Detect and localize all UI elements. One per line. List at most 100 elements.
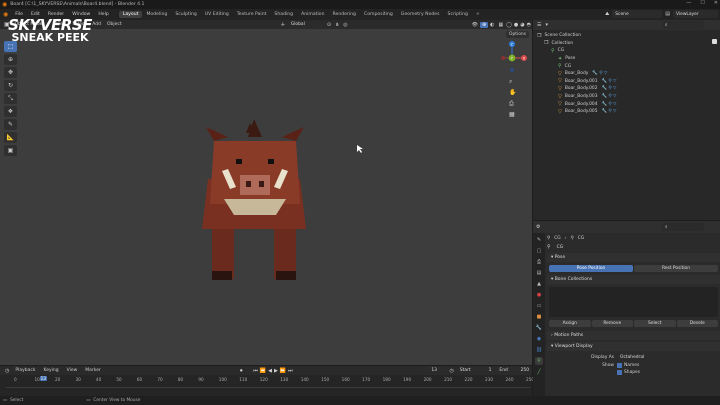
tab-modeling[interactable]: Modeling xyxy=(142,11,171,18)
tab-shading[interactable]: Shading xyxy=(270,11,297,18)
outliner-item[interactable]: ▽ Boar_Body.001 🔧 ⚲ ▽ xyxy=(533,78,720,86)
scene-selector[interactable]: Scene xyxy=(612,10,663,18)
view-layer-tab[interactable]: ▤ xyxy=(535,269,543,277)
move-tool[interactable]: ✥ xyxy=(4,67,17,78)
scene-tab[interactable]: ▲ xyxy=(535,280,543,288)
tool-tab[interactable]: ✎ xyxy=(535,236,543,244)
rotate-tool[interactable]: ↻ xyxy=(4,80,17,91)
pan-hand-icon[interactable]: ✋ xyxy=(509,88,516,96)
properties-search-input[interactable]: ⌕ xyxy=(662,223,704,231)
timeline-area[interactable]: 0 10 20 30 40 50 60 70 80 90 100 110 120 130 140 150 160… xyxy=(0,375,534,396)
collection-tab[interactable]: ▭ xyxy=(535,302,543,310)
menu-marker[interactable]: Marker xyxy=(81,368,105,373)
select-box-tool[interactable]: ⬚ xyxy=(4,41,17,52)
jump-end-icon[interactable]: ⏭ xyxy=(287,368,294,374)
outliner-item[interactable]: ▽ Boar_Body 🔧 ⚲ ▽ xyxy=(533,70,720,78)
outliner-item[interactable]: ✦ Pose xyxy=(533,55,720,63)
datablock-icon[interactable]: ⚲ xyxy=(547,244,551,250)
zoom-icon[interactable]: ⌕ xyxy=(509,78,512,85)
timeline-editor-icon[interactable]: ◷ xyxy=(3,368,11,374)
display-mode-icon[interactable]: ▾ xyxy=(545,22,548,28)
tab-uv-editing[interactable]: UV Editing xyxy=(201,11,233,18)
outliner-item[interactable]: ▽ Boar_Body.002 🔧 ⚲ ▽ xyxy=(533,85,720,93)
outliner-item[interactable]: ▽ Boar_Body.004 🔧 ⚲ ▽ xyxy=(533,100,720,108)
maximize-button[interactable]: ☐ xyxy=(700,0,704,6)
viewport-display-header[interactable]: ▾ Viewport Display xyxy=(547,342,720,351)
snap-icon[interactable]: ⋔ xyxy=(333,22,341,28)
transform-orientation-selector[interactable]: Global xyxy=(287,20,322,29)
3d-viewport[interactable]: Options xyxy=(0,29,532,365)
gizmo-neg-z-axis[interactable] xyxy=(510,68,514,72)
playhead[interactable]: 13 xyxy=(39,376,47,381)
visibility-icon[interactable]: 👁 xyxy=(470,22,480,28)
prev-key-icon[interactable]: ⏪ xyxy=(259,368,267,374)
remove-button[interactable]: Remove xyxy=(591,320,633,327)
select-button[interactable]: Select xyxy=(634,320,676,327)
cursor-tool[interactable]: ⊕ xyxy=(4,54,17,65)
motion-paths-header[interactable]: › Motion Paths xyxy=(547,331,720,340)
shading-wireframe-icon[interactable]: ◯ xyxy=(505,22,513,28)
render-tab[interactable]: ▢ xyxy=(535,247,543,255)
menu-timeline-view[interactable]: View xyxy=(63,368,82,373)
tab-layout[interactable]: Layout xyxy=(118,11,143,18)
pose-panel-header[interactable]: ▾ Pose xyxy=(547,253,720,262)
outliner-search-input[interactable]: ⌕ xyxy=(662,21,704,29)
outliner-editor-icon[interactable]: ☰ xyxy=(537,22,541,28)
outliner-item[interactable]: ⚲ CG xyxy=(533,62,720,70)
display-as-dropdown[interactable]: Octahedral xyxy=(617,353,718,361)
start-frame-field[interactable]: Start 1 xyxy=(456,366,495,375)
gizmo-neg-x-axis[interactable] xyxy=(501,56,505,60)
tab-sculpting[interactable]: Sculpting xyxy=(171,11,200,18)
outliner-item[interactable]: ▽ Boar_Body.003 🔧 ⚲ ▽ xyxy=(533,93,720,101)
bone-collections-header[interactable]: ▾ Bone Collections xyxy=(547,275,720,284)
current-frame-field[interactable]: 13 xyxy=(421,366,447,375)
menu-help[interactable]: Help xyxy=(94,12,112,17)
object-tab[interactable]: ■ xyxy=(535,313,543,321)
tab-compositing[interactable]: Compositing xyxy=(360,11,397,18)
close-button[interactable]: ✕ xyxy=(714,0,718,6)
outliner-item[interactable]: ❐ Scene Collection xyxy=(533,32,720,40)
overlay-toggle-icon[interactable]: ◐ xyxy=(488,22,496,28)
auto-key-icon[interactable]: ⏺ xyxy=(238,368,245,374)
frame-ruler[interactable]: 0 10 20 30 40 50 60 70 80 90 100 110 120 130 140 150 160… xyxy=(0,376,534,385)
properties-editor-icon[interactable]: ⚙ xyxy=(536,224,540,230)
shading-rendered-icon[interactable]: ◓ xyxy=(526,22,532,28)
tab-animation[interactable]: Animation xyxy=(297,11,328,18)
armature-name-field[interactable]: CG xyxy=(553,243,718,251)
view-layer-selector[interactable]: ViewLayer xyxy=(673,10,718,18)
collection-checkbox[interactable] xyxy=(712,39,717,44)
deselect-button[interactable]: Desele xyxy=(676,320,718,327)
pivot-icon[interactable]: ⊙ xyxy=(325,22,333,28)
world-tab[interactable]: ● xyxy=(535,291,543,299)
minimize-button[interactable]: — xyxy=(686,0,691,6)
output-tab[interactable]: ⎙ xyxy=(535,258,543,266)
tab-rendering[interactable]: Rendering xyxy=(329,11,360,18)
tab-texture-paint[interactable]: Texture Paint xyxy=(233,11,271,18)
armature-data-tab[interactable]: ⚲ xyxy=(535,357,543,365)
camera-icon[interactable]: ⎙ xyxy=(509,100,514,107)
constraint-tab[interactable]: ⛓ xyxy=(535,346,543,354)
tab-geometry-nodes[interactable]: Geometry Nodes xyxy=(397,11,444,18)
menu-playback[interactable]: Playback xyxy=(11,368,39,373)
grid-view-icon[interactable]: ▦ xyxy=(509,111,515,118)
proportional-edit-icon[interactable]: ◎ xyxy=(341,22,349,28)
tab-scripting[interactable]: Scripting xyxy=(444,11,472,18)
assign-button[interactable]: Assign xyxy=(549,320,591,327)
next-key-icon[interactable]: ⏩ xyxy=(279,368,287,374)
pose-position-button[interactable]: Pose Position xyxy=(549,265,633,272)
outliner-item[interactable]: ▽ Boar_Body.005 🔧 ⚲ ▽ xyxy=(533,108,720,116)
xray-icon[interactable]: ▦ xyxy=(497,22,506,28)
bone-collections-list[interactable] xyxy=(549,287,718,317)
physics-tab[interactable]: ◉ xyxy=(535,335,543,343)
outliner-item[interactable]: ❐ Collection xyxy=(533,40,720,48)
add-workspace-button[interactable]: + xyxy=(472,11,484,18)
annotate-tool[interactable]: ✎ xyxy=(4,119,17,130)
transform-tool[interactable]: ❖ xyxy=(4,106,17,117)
shapes-checkbox[interactable] xyxy=(617,370,622,375)
modifier-tab[interactable]: 🔧 xyxy=(535,324,543,332)
bone-tab[interactable]: ╱ xyxy=(535,368,543,376)
menu-keying[interactable]: Keying xyxy=(39,368,62,373)
end-frame-field[interactable]: End 250 xyxy=(496,366,532,375)
gizmo-toggle-icon[interactable]: ⊕ xyxy=(479,21,489,28)
outliner-item[interactable]: ⚲ CG xyxy=(533,47,720,55)
